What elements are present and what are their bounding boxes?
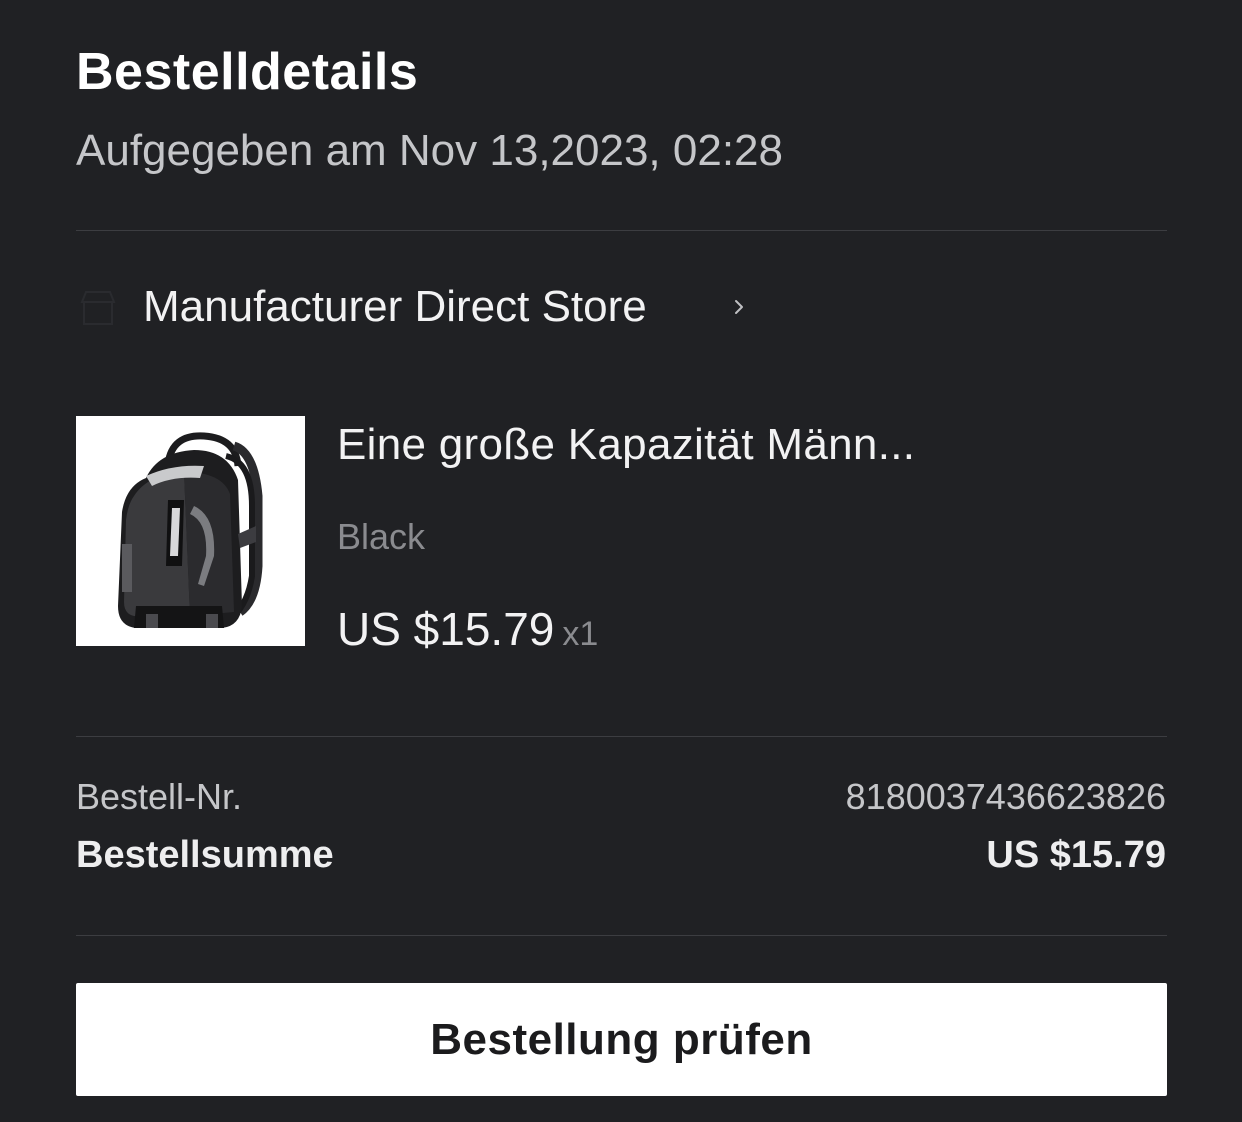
order-total-label: Bestellsumme	[76, 834, 334, 876]
order-total-value: US $15.79	[986, 834, 1166, 876]
product-price: US $15.79	[337, 603, 555, 655]
product-image[interactable]	[76, 416, 305, 646]
review-order-button[interactable]: Bestellung prüfen	[76, 983, 1167, 1096]
page-title: Bestelldetails	[76, 43, 419, 101]
order-placed-date: Aufgegeben am Nov 13,2023, 02:28	[76, 126, 783, 175]
backpack-image-icon	[76, 416, 305, 646]
order-number-label: Bestell-Nr.	[76, 776, 243, 817]
store-name: Manufacturer Direct Store	[143, 282, 647, 331]
product-variant: Black	[337, 516, 426, 557]
product-title[interactable]: Eine große Kapazität Männ...	[337, 420, 915, 470]
order-number-value: 8180037436623826	[845, 776, 1166, 817]
store-link[interactable]: Manufacturer Direct Store	[76, 272, 776, 344]
product-price-line: US $15.79 x1	[337, 602, 598, 656]
chevron-right-icon	[728, 290, 750, 324]
divider	[76, 230, 1167, 231]
store-icon	[76, 286, 120, 330]
divider	[76, 935, 1167, 936]
divider	[76, 736, 1167, 737]
product-quantity: x1	[562, 615, 599, 653]
